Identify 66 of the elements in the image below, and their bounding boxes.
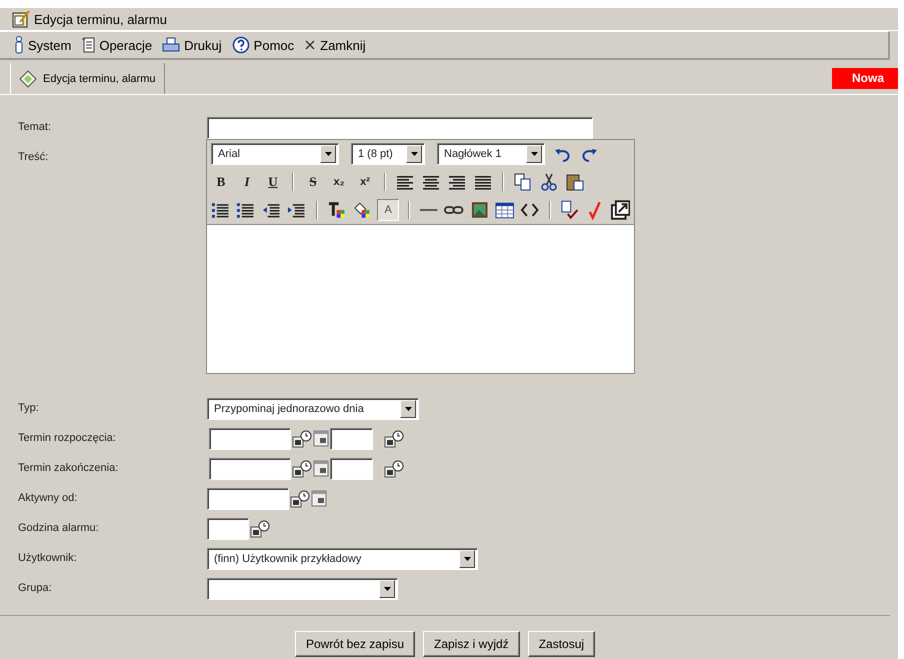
field-label: Termin rozpoczęcia: [18, 431, 117, 446]
printer-icon [162, 37, 180, 53]
edit-note-icon [12, 10, 30, 28]
field-label: Termin zakończenia: [18, 461, 120, 476]
document-icon [81, 37, 96, 53]
bulleted-list-icon[interactable] [236, 200, 256, 220]
format-button[interactable]: I [237, 172, 257, 192]
calendar-icon[interactable] [313, 430, 329, 447]
spellcheck-icon[interactable] [560, 200, 580, 220]
format-dropdown[interactable]: Nagłówek 1 [437, 143, 545, 165]
fill-color-icon[interactable] [352, 200, 372, 220]
menu-item[interactable]: Zamknij [304, 38, 366, 52]
paste-icon[interactable] [565, 172, 585, 192]
time-field[interactable] [330, 428, 373, 450]
calendar-icon[interactable] [311, 490, 327, 507]
form-button[interactable]: Powrót bez zapisu [294, 631, 415, 657]
menu-item[interactable]: Operacje [81, 37, 152, 53]
field-label: Grupa: [18, 581, 53, 596]
close-icon [304, 39, 316, 51]
dropdown[interactable]: (finn) Użytkownik przykładowy [207, 548, 478, 570]
menu-item[interactable]: System [14, 36, 72, 54]
copy-icon[interactable] [513, 172, 533, 192]
format-button[interactable]: x² [355, 172, 375, 192]
clock-icon[interactable] [384, 430, 404, 448]
field-label: Treść: [18, 150, 50, 165]
clock-icon[interactable] [290, 490, 310, 508]
format-button[interactable]: B [211, 172, 231, 192]
date-field[interactable] [209, 458, 291, 480]
text-color-icon[interactable] [326, 200, 346, 220]
field-label: Aktywny od: [18, 491, 78, 506]
person-icon [14, 36, 24, 54]
table-icon[interactable] [495, 200, 514, 220]
text-field[interactable] [207, 117, 593, 139]
time-field[interactable] [207, 518, 249, 540]
size-dropdown[interactable]: 1 (8 pt) [351, 143, 425, 165]
clock-icon[interactable] [292, 460, 312, 478]
help-icon [232, 36, 250, 54]
clock-icon[interactable] [384, 460, 404, 478]
dropdown[interactable]: Przypominaj jednorazowo dnia [207, 398, 419, 420]
field-label: Godzina alarmu: [18, 521, 100, 536]
image-icon[interactable] [470, 200, 489, 220]
calendar-icon[interactable] [313, 460, 329, 477]
expand-icon[interactable] [610, 200, 630, 220]
format-button[interactable]: A [377, 199, 399, 221]
menu-item[interactable]: Drukuj [162, 37, 222, 53]
format-button[interactable]: U [263, 172, 283, 192]
tag-icon [19, 70, 37, 88]
date-field[interactable] [209, 428, 291, 450]
form-button[interactable]: Zastosuj [528, 631, 596, 657]
clock-icon[interactable] [250, 520, 270, 538]
format-button[interactable]: x₂ [329, 172, 349, 192]
tab[interactable]: Edycja terminu, alarmu [10, 63, 164, 94]
format-button[interactable]: S [303, 172, 323, 192]
dropdown[interactable] [207, 578, 398, 600]
window-title: Edycja terminu, alarmu [34, 12, 167, 26]
font-dropdown[interactable]: Arial [211, 143, 339, 165]
field-label: Użytkownik: [18, 551, 78, 566]
field-label: Temat: [18, 120, 52, 135]
menu-item[interactable]: Pomoc [232, 36, 294, 54]
clock-icon[interactable] [292, 430, 312, 448]
field-label: Typ: [18, 401, 40, 416]
date-field[interactable] [207, 488, 289, 510]
cut-icon[interactable] [539, 172, 559, 192]
form-button[interactable]: Zapisz i wyjdź [423, 631, 520, 657]
status-badge: Nowa [832, 68, 898, 89]
time-field[interactable] [330, 458, 373, 480]
